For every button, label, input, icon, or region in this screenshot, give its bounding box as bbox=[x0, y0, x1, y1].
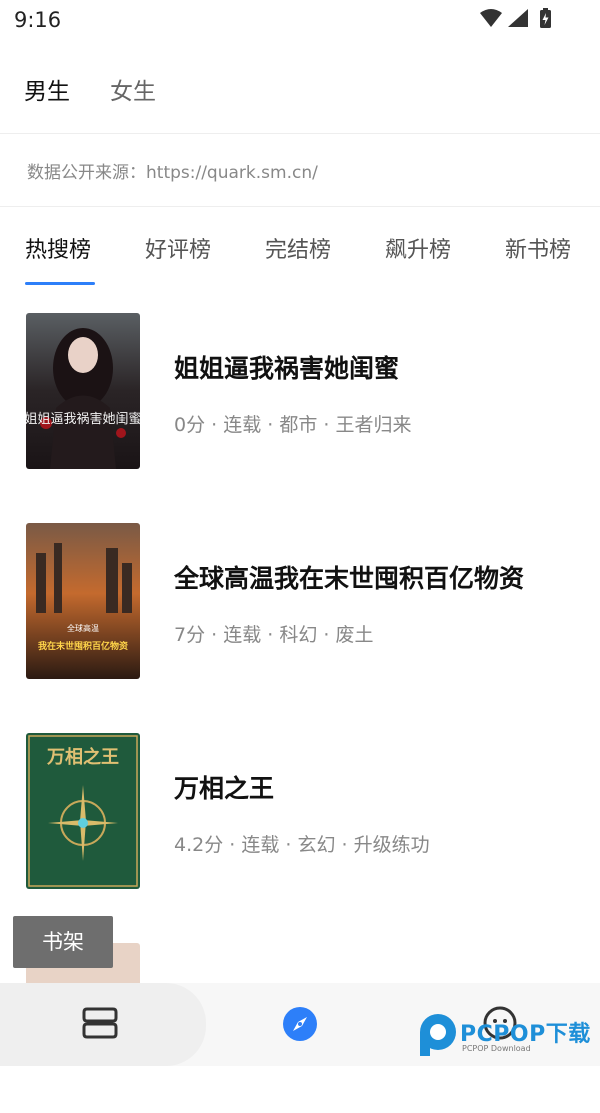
book-cover: 万相之王 bbox=[26, 733, 140, 889]
tab-top-rated[interactable]: 好评榜 bbox=[145, 232, 211, 264]
tab-rising[interactable]: 飙升榜 bbox=[385, 232, 451, 264]
book-cover: 姐姐逼我祸害她闺蜜 bbox=[26, 313, 140, 469]
gender-tabs: 男生 女生 bbox=[0, 60, 600, 120]
list-item[interactable]: 全球高温 我在末世囤积百亿物资 全球高温我在末世囤积百亿物资 7分 · 连载 ·… bbox=[0, 523, 600, 693]
bookshelf-icon[interactable] bbox=[81, 1006, 119, 1042]
wifi-icon bbox=[480, 9, 502, 27]
book-title: 全球高温我在末世囤积百亿物资 bbox=[174, 564, 525, 593]
book-cover: 全球高温 我在末世囤积百亿物资 bbox=[26, 523, 140, 679]
book-meta: 7分 · 连载 · 科幻 · 废土 bbox=[174, 624, 374, 646]
bookshelf-button[interactable]: 书架 bbox=[13, 916, 113, 968]
divider bbox=[0, 206, 600, 207]
tab-hot-search[interactable]: 热搜榜 bbox=[25, 232, 91, 264]
nav-bookshelf-area[interactable] bbox=[0, 983, 206, 1066]
discover-compass-icon[interactable] bbox=[282, 1006, 318, 1042]
active-tab-indicator bbox=[25, 282, 95, 285]
tab-female[interactable]: 女生 bbox=[110, 72, 156, 106]
cover-title-text: 姐姐逼我祸害她闺蜜 bbox=[26, 411, 140, 427]
book-meta: 4.2分 · 连载 · 玄幻 · 升级练功 bbox=[174, 834, 430, 856]
battery-icon bbox=[540, 8, 551, 28]
watermark: PCPOP下载 PCPOP Download bbox=[416, 1012, 600, 1064]
cover-top-text: 全球高温 bbox=[67, 623, 99, 633]
pcpop-logo-icon bbox=[420, 1014, 456, 1056]
rank-tabs: 热搜榜 好评榜 完结榜 飙升榜 新书榜 bbox=[0, 210, 600, 290]
divider bbox=[0, 133, 600, 134]
book-title: 万相之王 bbox=[174, 774, 275, 803]
status-bar: 9:16 bbox=[0, 0, 600, 40]
cover-title-text: 万相之王 bbox=[46, 746, 119, 768]
status-icons bbox=[480, 8, 551, 28]
watermark-subtext: PCPOP Download bbox=[462, 1044, 531, 1053]
list-item[interactable]: 万相之王 万相之王 4.2分 · 连载 · 玄幻 · 升级练功 bbox=[0, 733, 600, 903]
data-source-note: 数据公开来源：https://quark.sm.cn/ bbox=[27, 163, 318, 183]
cover-title-text: 我在末世囤积百亿物资 bbox=[38, 640, 128, 652]
tab-completed[interactable]: 完结榜 bbox=[265, 232, 331, 264]
tab-male[interactable]: 男生 bbox=[24, 72, 70, 106]
list-item[interactable]: 姐姐逼我祸害她闺蜜 姐姐逼我祸害她闺蜜 0分 · 连载 · 都市 · 王者归来 bbox=[0, 313, 600, 483]
tab-new-books[interactable]: 新书榜 bbox=[505, 232, 571, 264]
book-title: 姐姐逼我祸害她闺蜜 bbox=[174, 354, 400, 383]
signal-icon bbox=[508, 9, 528, 27]
book-meta: 0分 · 连载 · 都市 · 王者归来 bbox=[174, 414, 412, 436]
status-time: 9:16 bbox=[14, 8, 62, 32]
